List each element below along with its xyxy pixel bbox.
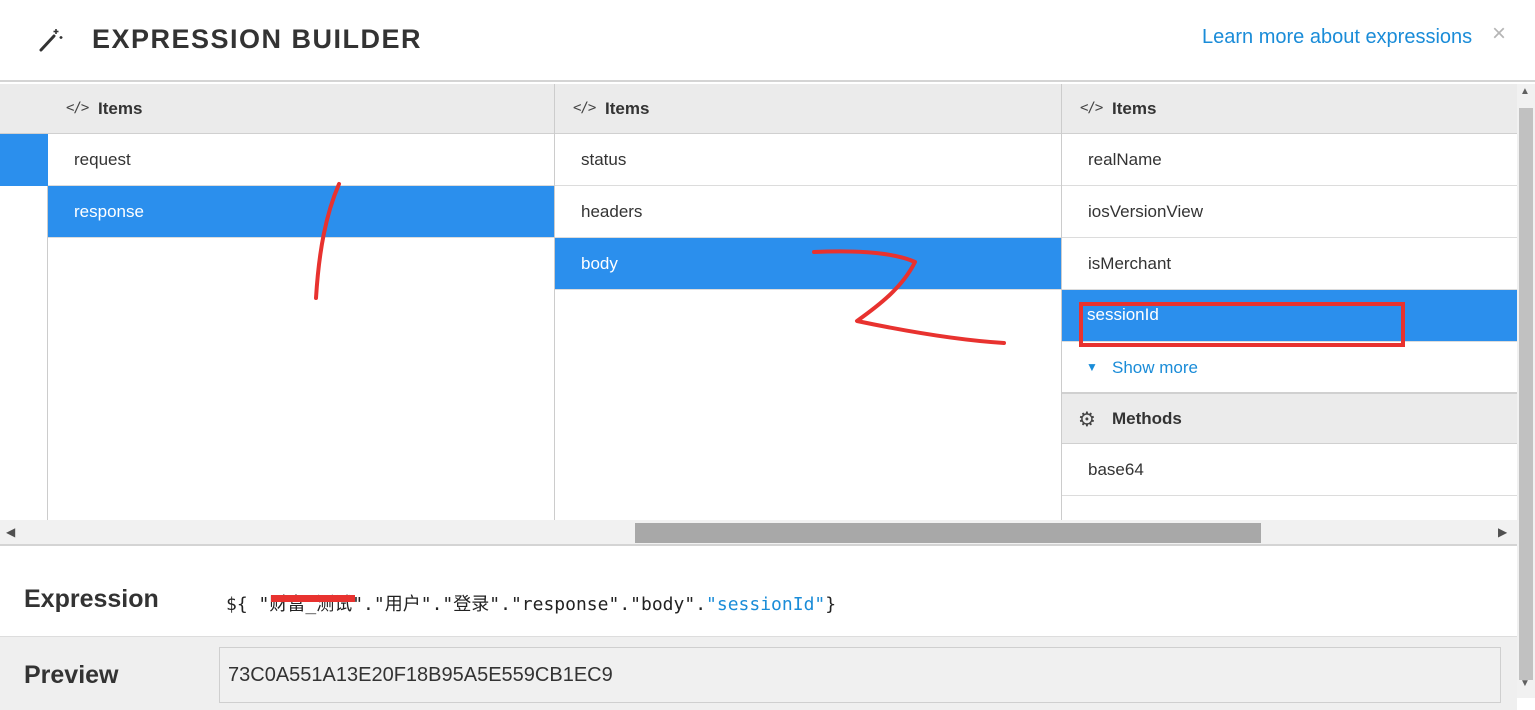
preview-bar: Preview 73C0A551A13E20F18B95A5E559CB1EC9 bbox=[0, 636, 1517, 710]
show-more-button[interactable]: ▼ Show more bbox=[1062, 342, 1517, 394]
expression-segment: "body" bbox=[630, 594, 696, 615]
caret-down-icon: ▼ bbox=[1086, 360, 1098, 374]
method-item-label: base64 bbox=[1088, 460, 1144, 479]
list-item-sessionid[interactable]: sessionId bbox=[1062, 290, 1517, 342]
list-item-ismerchant[interactable]: isMerchant bbox=[1062, 238, 1517, 290]
gears-icon: ⚙ bbox=[1078, 409, 1096, 431]
expression-highlight: "sessionId" bbox=[706, 594, 826, 615]
list-item-iosversionview[interactable]: iosVersionView bbox=[1062, 186, 1517, 238]
gutter-header bbox=[0, 84, 48, 134]
expression-segment: "response" bbox=[510, 594, 620, 615]
gutter-selection-marker bbox=[0, 134, 48, 186]
list-item-response[interactable]: response bbox=[48, 186, 554, 238]
expression-dot: . bbox=[695, 594, 707, 615]
expression-dot: . bbox=[363, 594, 374, 615]
scroll-up-icon[interactable]: ▲ bbox=[1520, 86, 1530, 97]
list-item-label: isMerchant bbox=[1088, 254, 1172, 273]
list-item-body[interactable]: body bbox=[555, 238, 1061, 290]
column-header: </> Items bbox=[555, 84, 1061, 134]
list-item-label: body bbox=[581, 254, 618, 273]
expression-segment: "财富_测试" bbox=[258, 594, 364, 615]
magic-wand-icon bbox=[39, 29, 63, 52]
code-icon: </> bbox=[1080, 100, 1103, 116]
column-3: </> Items realName iosVersionView isMerc… bbox=[1062, 84, 1517, 520]
list-item-label: status bbox=[581, 150, 627, 169]
list-item-headers[interactable]: headers bbox=[555, 186, 1061, 238]
list-item-label: response bbox=[74, 202, 144, 221]
preview-label: Preview bbox=[24, 661, 119, 689]
column-header-label: Items bbox=[605, 99, 650, 118]
methods-header: ⚙ Methods bbox=[1062, 394, 1517, 444]
expression-label: Expression bbox=[24, 585, 159, 613]
column-2: </> Items status headers body bbox=[555, 84, 1062, 520]
list-item-label: request bbox=[74, 150, 131, 169]
column-header-label: Items bbox=[98, 99, 143, 118]
expression-segment: "登录" bbox=[442, 594, 501, 615]
code-icon: </> bbox=[66, 100, 89, 116]
list-item-label: sessionId bbox=[1087, 305, 1159, 324]
preview-value: 73C0A551A13E20F18B95A5E559CB1EC9 bbox=[228, 664, 613, 686]
vertical-scrollbar[interactable]: ▲ ▼ bbox=[1517, 84, 1535, 698]
row-gutter bbox=[0, 84, 48, 520]
dialog-title: EXPRESSION BUILDER bbox=[92, 24, 423, 54]
column-header: </> Items bbox=[48, 84, 554, 134]
scroll-down-icon[interactable]: ▼ bbox=[1520, 678, 1530, 689]
expression-dot: . bbox=[500, 594, 511, 615]
preview-field[interactable]: 73C0A551A13E20F18B95A5E559CB1EC9 bbox=[219, 647, 1501, 703]
close-icon[interactable]: × bbox=[1492, 20, 1506, 48]
list-item-realname[interactable]: realName bbox=[1062, 134, 1517, 186]
expression-value[interactable]: ${ "财富_测试"."用户"."登录"."response"."body"."… bbox=[226, 590, 836, 616]
scroll-right-icon[interactable]: ▶ bbox=[1498, 525, 1507, 539]
column-header-label: Items bbox=[1112, 99, 1157, 118]
vertical-scroll-thumb[interactable] bbox=[1519, 108, 1533, 680]
code-icon: </> bbox=[573, 100, 596, 116]
method-item-partial[interactable] bbox=[1062, 496, 1517, 520]
list-item-label: headers bbox=[581, 202, 643, 221]
method-item-base64[interactable]: base64 bbox=[1062, 444, 1517, 496]
column-header: </> Items bbox=[1062, 84, 1517, 134]
list-item-label: iosVersionView bbox=[1088, 202, 1203, 221]
list-item-request[interactable]: request bbox=[48, 134, 554, 186]
expression-segment: "用户" bbox=[373, 594, 432, 615]
column-1: </> Items request response bbox=[48, 84, 555, 520]
dialog-header: EXPRESSION BUILDER Learn more about expr… bbox=[0, 0, 1535, 82]
expression-dot: . bbox=[431, 594, 443, 615]
expression-suffix: } bbox=[825, 594, 837, 615]
list-item-status[interactable]: status bbox=[555, 134, 1061, 186]
scroll-left-icon[interactable]: ◀ bbox=[6, 525, 15, 539]
methods-header-label: Methods bbox=[1112, 409, 1182, 428]
horizontal-scrollbar[interactable]: ◀ ▶ bbox=[0, 520, 1517, 546]
column-browser: </> Items request response </> Items sta… bbox=[0, 84, 1517, 520]
show-more-label: Show more bbox=[1112, 358, 1198, 377]
learn-more-link[interactable]: Learn more about expressions bbox=[1202, 26, 1472, 49]
list-item-label: realName bbox=[1088, 150, 1162, 169]
expression-prefix: ${ bbox=[226, 594, 259, 615]
horizontal-scroll-thumb[interactable] bbox=[635, 523, 1261, 543]
expression-dot: . bbox=[619, 594, 631, 615]
